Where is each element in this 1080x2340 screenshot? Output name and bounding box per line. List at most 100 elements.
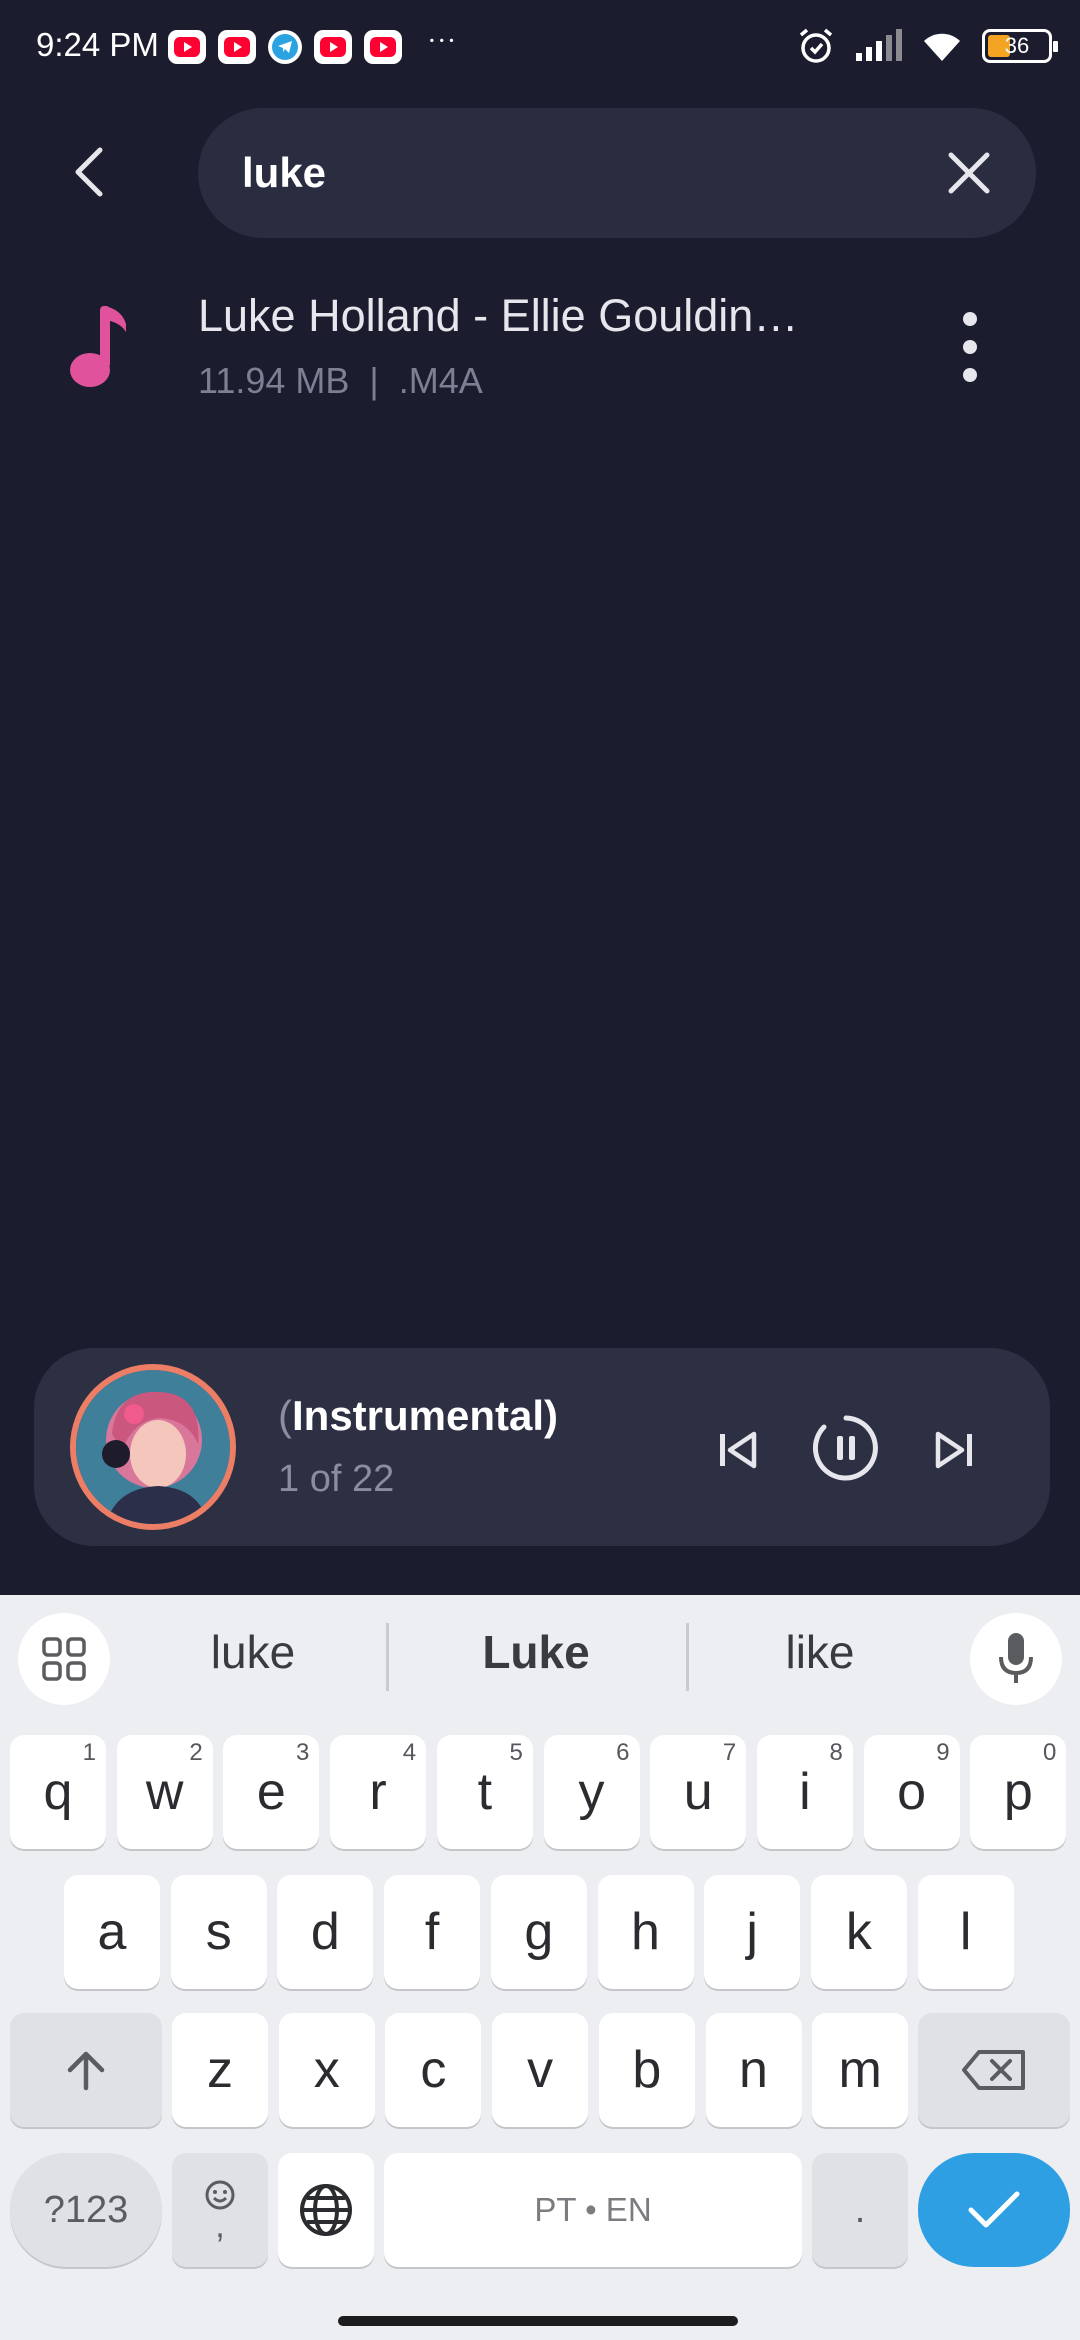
- enter-key[interactable]: [918, 2153, 1070, 2267]
- suggestion-2[interactable]: Luke: [426, 1625, 646, 1679]
- key-label: w: [145, 1763, 184, 1821]
- key-f[interactable]: f: [384, 1875, 481, 1989]
- search-bar[interactable]: [198, 108, 1036, 238]
- backspace-key[interactable]: [918, 2013, 1070, 2127]
- key-c[interactable]: c: [385, 2013, 482, 2127]
- emoji-comma-key[interactable]: ,: [172, 2153, 268, 2267]
- keyboard-menu-button[interactable]: [18, 1613, 110, 1705]
- suggestion-divider: [686, 1623, 689, 1691]
- youtube-icon: [218, 30, 256, 64]
- space-key[interactable]: PT • EN: [384, 2153, 802, 2267]
- key-g[interactable]: g: [490, 1875, 587, 1989]
- key-label: y: [578, 1763, 605, 1821]
- key-number-hint: 9: [936, 1739, 950, 1766]
- key-t[interactable]: t5: [436, 1735, 533, 1849]
- album-art-illustration: [76, 1370, 230, 1524]
- key-k[interactable]: k: [810, 1875, 907, 1989]
- key-label: e: [256, 1763, 286, 1821]
- key-x[interactable]: x: [278, 2013, 375, 2127]
- back-arrow-icon: [75, 147, 103, 197]
- youtube-icon: [168, 30, 206, 64]
- skip-next-icon: [935, 1431, 972, 1469]
- globe-icon: [300, 2184, 352, 2236]
- status-time: 9:24 PM: [36, 26, 159, 63]
- key-m[interactable]: m: [812, 2013, 909, 2127]
- key-l[interactable]: l: [917, 1875, 1014, 1989]
- key-label: t: [477, 1763, 493, 1821]
- list-item[interactable]: Luke Holland - Ellie Gouldin… 11.94 MB |…: [0, 268, 1080, 418]
- signal-icon: [856, 29, 902, 61]
- key-n[interactable]: n: [705, 2013, 802, 2127]
- key-a[interactable]: a: [64, 1875, 160, 1989]
- key-j[interactable]: j: [704, 1875, 801, 1989]
- suggestion-1[interactable]: luke: [143, 1625, 363, 1679]
- key-number-hint: 2: [189, 1739, 203, 1766]
- key-r[interactable]: r4: [330, 1735, 427, 1849]
- now-playing-title-text: Instrumental): [292, 1392, 559, 1439]
- key-i[interactable]: i8: [756, 1735, 853, 1849]
- key-v[interactable]: v: [492, 2013, 589, 2127]
- telegram-icon: [268, 30, 302, 64]
- key-z[interactable]: z: [172, 2013, 268, 2127]
- key-q[interactable]: q1: [10, 1735, 106, 1849]
- kebab-dot: [963, 368, 977, 382]
- skip-previous-icon: [720, 1431, 757, 1469]
- key-number-hint: 3: [296, 1739, 310, 1766]
- album-art: [70, 1364, 236, 1530]
- system-icons: 36: [796, 26, 1058, 66]
- notification-icons: ···: [168, 24, 458, 64]
- key-number-hint: 1: [82, 1739, 96, 1766]
- key-d[interactable]: d: [277, 1875, 374, 1989]
- key-number-hint: 6: [616, 1739, 630, 1766]
- shift-key[interactable]: [10, 2013, 162, 2127]
- suggestion-3[interactable]: like: [710, 1625, 930, 1679]
- battery-icon: 36: [982, 29, 1058, 63]
- checkmark-icon: [968, 2191, 1020, 2228]
- back-button[interactable]: [60, 142, 120, 202]
- key-e[interactable]: e3: [223, 1735, 320, 1849]
- kebab-dot: [963, 312, 977, 326]
- key-h[interactable]: h: [597, 1875, 694, 1989]
- more-options-button[interactable]: [950, 312, 990, 382]
- language-key[interactable]: [278, 2153, 374, 2267]
- key-label: i: [799, 1763, 811, 1821]
- mini-player[interactable]: (Instrumental) 1 of 22: [34, 1348, 1050, 1546]
- kebab-dot: [963, 340, 977, 354]
- key-number-hint: 8: [829, 1739, 843, 1766]
- clear-search-button[interactable]: [938, 142, 1000, 204]
- symbols-key[interactable]: ?123: [10, 2153, 162, 2267]
- key-label: q: [43, 1763, 73, 1821]
- search-input[interactable]: [242, 138, 882, 208]
- next-button[interactable]: [922, 1418, 986, 1482]
- comma-label: ,: [215, 2207, 225, 2245]
- pause-icon: [812, 1415, 878, 1481]
- keyboard: luke Luke like ?123 , PT • EN . q 1 w 2 …: [0, 1595, 1080, 2340]
- key-s[interactable]: s: [170, 1875, 267, 1989]
- voice-input-button[interactable]: [970, 1613, 1062, 1705]
- key-b[interactable]: b: [598, 2013, 695, 2127]
- shift-arrow-icon: [67, 2051, 105, 2091]
- now-playing-title-paren: (: [278, 1392, 292, 1439]
- more-notifications-icon: ···: [428, 23, 458, 59]
- result-meta: 11.94 MB | .M4A: [198, 360, 483, 401]
- key-o[interactable]: o9: [863, 1735, 960, 1849]
- suggestion-bar: luke Luke like: [0, 1595, 1080, 1715]
- result-title: Luke Holland - Ellie Gouldin…: [198, 290, 799, 341]
- music-note-icon: [70, 306, 126, 387]
- key-p[interactable]: p0: [970, 1735, 1067, 1849]
- close-icon: [948, 152, 990, 194]
- key-y[interactable]: y6: [543, 1735, 640, 1849]
- key-label: o: [897, 1763, 927, 1821]
- battery-level: 36: [1004, 33, 1030, 58]
- period-key[interactable]: .: [812, 2153, 908, 2267]
- key-w[interactable]: w2: [116, 1735, 213, 1849]
- grid-icon: [42, 1637, 86, 1681]
- previous-button[interactable]: [706, 1418, 770, 1482]
- alarm-icon: [799, 28, 833, 63]
- key-u[interactable]: u7: [650, 1735, 747, 1849]
- navigation-handle[interactable]: [338, 2316, 738, 2326]
- youtube-icon: [364, 30, 402, 64]
- play-pause-button[interactable]: [810, 1412, 882, 1484]
- key-label: r: [369, 1763, 387, 1821]
- key-number-hint: 5: [509, 1739, 523, 1766]
